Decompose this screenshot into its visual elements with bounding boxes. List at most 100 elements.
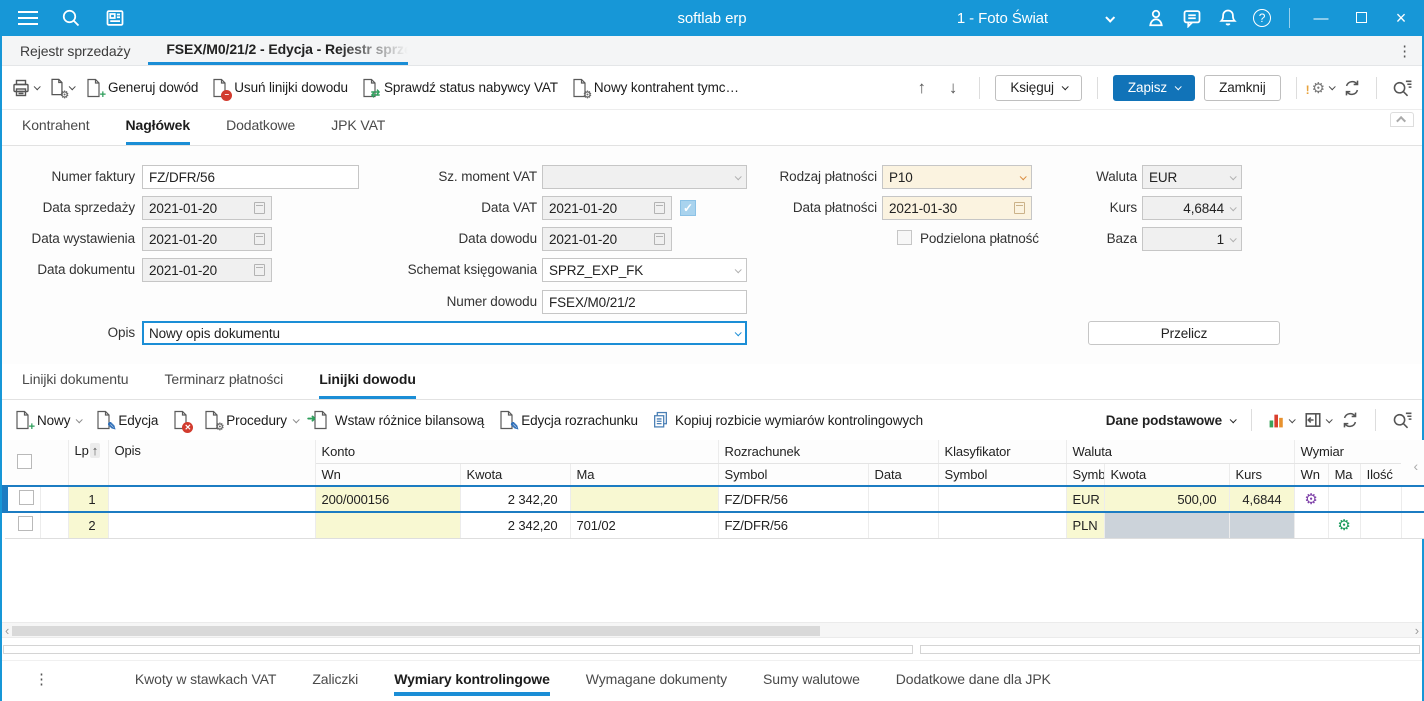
- tab-linijki-dowodu[interactable]: Linijki dowodu: [319, 371, 416, 399]
- side-panel-collapse-icon[interactable]: ‹: [1413, 458, 1418, 474]
- group-header-wymiar[interactable]: Wymiar: [1294, 440, 1402, 464]
- document-date-field[interactable]: [142, 258, 272, 282]
- chart-view-button[interactable]: [1268, 412, 1296, 429]
- tab-kwoty-w-stawkach-vat[interactable]: Kwoty w stawkach VAT: [135, 662, 277, 696]
- cell-konto-ma[interactable]: [570, 485, 719, 513]
- new-temp-contractor-button[interactable]: ⚙ Nowy kontrahent tymc…: [569, 75, 741, 101]
- row-checkbox[interactable]: [19, 490, 35, 505]
- save-button[interactable]: Zapisz: [1112, 74, 1196, 101]
- close-button[interactable]: ×: [1388, 8, 1414, 29]
- vat-date-checkbox[interactable]: ✓: [680, 200, 696, 216]
- splitter-track-left[interactable]: [3, 645, 913, 654]
- cell-opis[interactable]: [108, 485, 316, 513]
- cell-opis[interactable]: [108, 512, 316, 539]
- cell-wal-kwota[interactable]: [1104, 512, 1230, 539]
- vat-date-field[interactable]: [542, 196, 672, 220]
- table-row[interactable]: 2 2 342,20 701/02 FZ/DFR/56 PLN ⚙: [5, 512, 1424, 539]
- column-header-konto-wn[interactable]: Wn: [315, 463, 461, 487]
- bottom-tabs-menu-icon[interactable]: ⋮: [34, 670, 49, 688]
- scroll-left-icon[interactable]: ‹: [5, 623, 9, 638]
- tab-overflow-menu-icon[interactable]: ⋮: [1387, 42, 1422, 60]
- edit-settlement-button[interactable]: ✎ Edycja rozrachunku: [496, 407, 640, 433]
- group-header-waluta[interactable]: Waluta: [1066, 440, 1295, 464]
- panel-splitter[interactable]: [2, 644, 1422, 656]
- tab-zaliczki[interactable]: Zaliczki: [312, 662, 358, 696]
- filter-search-button[interactable]: [1392, 79, 1412, 97]
- print-button[interactable]: [12, 79, 41, 97]
- tab-wymagane-dokumenty[interactable]: Wymagane dokumenty: [586, 662, 727, 696]
- cell-wym-ilosc[interactable]: [1360, 512, 1402, 539]
- cell-roz-symbol[interactable]: FZ/DFR/56: [718, 512, 869, 539]
- column-header-wal-kurs[interactable]: Kurs: [1229, 463, 1295, 487]
- user-icon[interactable]: [1145, 7, 1167, 29]
- group-header-klasyfikator[interactable]: Klasyfikator: [938, 440, 1067, 464]
- document-actions-button[interactable]: ⚙: [48, 78, 76, 100]
- scroll-right-icon[interactable]: ›: [1415, 623, 1419, 638]
- cell-wal-kwota[interactable]: 500,00: [1104, 485, 1230, 513]
- cell-konto-kwota[interactable]: 2 342,20: [460, 512, 571, 539]
- currency-select[interactable]: EUR: [1142, 165, 1242, 189]
- column-header-roz-data[interactable]: Data: [868, 463, 939, 487]
- invoice-number-field[interactable]: [142, 165, 359, 189]
- minimize-button[interactable]: —: [1308, 10, 1334, 27]
- collapse-panel-button[interactable]: [1390, 112, 1414, 127]
- tab-kontrahent[interactable]: Kontrahent: [22, 117, 90, 145]
- column-header-wal-symbol[interactable]: Symbol: [1066, 463, 1105, 487]
- hamburger-menu-icon[interactable]: [18, 11, 38, 25]
- tab-naglowek[interactable]: Nagłówek: [125, 117, 190, 145]
- issue-date-field[interactable]: [142, 227, 272, 251]
- splitter-track-right[interactable]: [920, 645, 1420, 654]
- column-header-klas-symbol[interactable]: Symbol: [938, 463, 1067, 487]
- cell-roz-data[interactable]: [868, 485, 939, 513]
- base-field[interactable]: 1: [1142, 227, 1242, 251]
- filter-search-lines-button[interactable]: [1392, 411, 1412, 429]
- cell-konto-wn[interactable]: 200/000156: [315, 485, 461, 513]
- dimension-gear-icon[interactable]: ⚙: [1337, 517, 1350, 534]
- move-down-button[interactable]: ↓: [942, 78, 964, 98]
- cell-wym-ma[interactable]: [1328, 485, 1361, 513]
- proof-date-field[interactable]: [542, 227, 672, 251]
- cell-wym-wn[interactable]: [1294, 512, 1329, 539]
- cell-lp[interactable]: 2: [68, 512, 109, 539]
- sale-date-field[interactable]: [142, 196, 272, 220]
- table-row[interactable]: 1 200/000156 2 342,20 FZ/DFR/56 EUR 500,…: [2, 485, 1424, 513]
- procedures-button[interactable]: ⚙ Procedury: [201, 407, 300, 433]
- column-header-wym-wn[interactable]: Wn: [1294, 463, 1329, 487]
- cell-konto-wn[interactable]: [315, 512, 461, 539]
- messages-icon[interactable]: [1181, 7, 1203, 29]
- row-checkbox[interactable]: [17, 516, 33, 532]
- horizontal-scrollbar[interactable]: ‹ ›: [2, 622, 1422, 638]
- cell-lp[interactable]: 1: [68, 485, 109, 513]
- dimension-gear-icon[interactable]: ⚙: [1304, 491, 1317, 508]
- split-payment-checkbox[interactable]: [897, 230, 912, 245]
- description-combo[interactable]: Nowy opis dokumentu: [142, 321, 747, 345]
- post-button[interactable]: Księguj: [995, 74, 1082, 101]
- settings-warning-button[interactable]: ⚙!: [1306, 79, 1336, 97]
- column-header-konto-ma[interactable]: Ma: [570, 463, 719, 487]
- generate-proof-button[interactable]: + Generuj dowód: [83, 75, 200, 101]
- group-header-konto[interactable]: Konto: [315, 440, 719, 464]
- column-header-wym-ma[interactable]: Ma: [1328, 463, 1361, 487]
- view-selector[interactable]: Dane podstawowe: [1106, 413, 1237, 428]
- company-selector[interactable]: 1 - Foto Świat: [957, 10, 1116, 27]
- tab-rejestr-sprzedazy[interactable]: Rejestr sprzedaży: [2, 36, 148, 65]
- edit-line-button[interactable]: ✎ Edycja: [93, 407, 160, 433]
- cell-roz-symbol[interactable]: FZ/DFR/56: [718, 485, 869, 513]
- check-vat-status-button[interactable]: ⇄ Sprawdź status nabywcy VAT: [359, 75, 560, 101]
- cell-wym-ilosc[interactable]: [1360, 485, 1402, 513]
- payment-date-field[interactable]: [882, 196, 1032, 220]
- notifications-bell-icon[interactable]: [1217, 7, 1239, 29]
- new-line-button[interactable]: + Nowy: [12, 407, 84, 433]
- maximize-button[interactable]: [1348, 10, 1374, 27]
- tab-dodatkowe-dane-dla-jpk[interactable]: Dodatkowe dane dla JPK: [896, 662, 1051, 696]
- tab-dodatkowe[interactable]: Dodatkowe: [226, 117, 295, 145]
- refresh-button[interactable]: [1343, 79, 1361, 97]
- refresh-lines-button[interactable]: [1341, 411, 1359, 429]
- help-icon[interactable]: ?: [1253, 9, 1271, 27]
- move-up-button[interactable]: ↑: [911, 78, 933, 98]
- cell-klas-symbol[interactable]: [938, 512, 1067, 539]
- select-all-checkbox[interactable]: [17, 453, 32, 469]
- insert-balance-diff-button[interactable]: ➜ Wstaw różnice bilansową: [307, 407, 486, 433]
- column-header-lp[interactable]: Lp ↑: [68, 440, 109, 487]
- column-header-konto-kwota[interactable]: Kwota: [460, 463, 571, 487]
